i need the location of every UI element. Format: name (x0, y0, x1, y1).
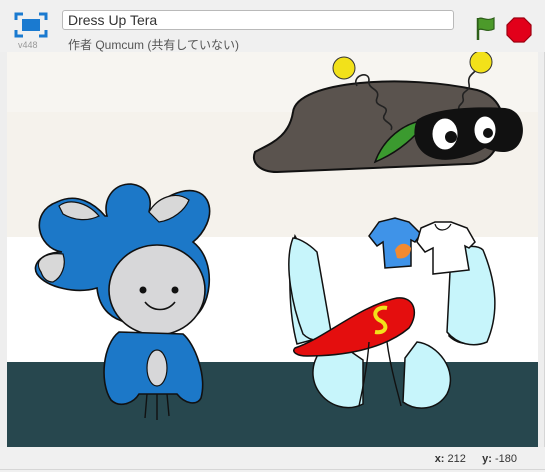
y-value: -180 (494, 453, 517, 465)
stop-icon[interactable] (506, 17, 532, 43)
footer-divider (0, 469, 545, 470)
project-title-input[interactable] (62, 10, 454, 30)
backdrop-floor (7, 362, 538, 447)
author-byline: 作者 Qumcum (共有していない) (68, 38, 239, 52)
project-player: v448 作者 Qumcum (共有していない) (0, 0, 545, 472)
y-label: y: (482, 453, 492, 465)
green-flag-icon[interactable] (472, 14, 498, 42)
player-header: v448 作者 Qumcum (共有していない) (0, 0, 545, 52)
fullscreen-icon[interactable] (14, 12, 48, 38)
x-value: 212 (447, 453, 466, 465)
stage-canvas (7, 52, 538, 447)
mouse-coordinates: x: 212 y: -180 (435, 453, 521, 465)
version-label: v448 (18, 40, 38, 50)
player-footer: x: 212 y: -180 (0, 447, 545, 472)
stage[interactable] (7, 52, 538, 447)
x-label: x: (434, 453, 445, 465)
